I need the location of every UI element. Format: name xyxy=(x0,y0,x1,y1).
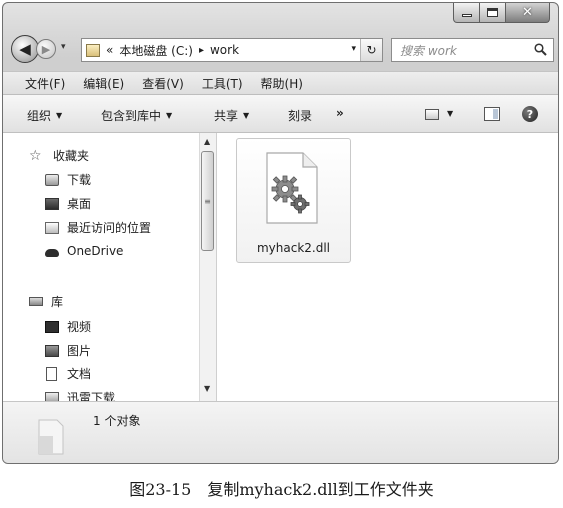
video-icon xyxy=(45,320,59,333)
organize-button[interactable]: 组织 ▼ xyxy=(27,107,62,124)
library-icon xyxy=(29,297,43,306)
menu-view[interactable]: 查看(V) xyxy=(142,75,184,92)
navigation-pane-scrollbar[interactable]: ▲ ≡ ▼ xyxy=(199,133,216,401)
breadcrumb-separator-icon[interactable]: ▸ xyxy=(199,45,204,56)
sidebar-item-label: 收藏夹 xyxy=(53,149,90,163)
preview-pane-icon[interactable] xyxy=(484,107,500,121)
back-arrow-icon: ◀ xyxy=(19,40,31,58)
menu-edit[interactable]: 编辑(E) xyxy=(83,75,124,92)
cloud-icon xyxy=(45,248,59,257)
chevron-down-icon: ▼ xyxy=(56,111,63,120)
recent-pages-dropdown[interactable]: ▾ xyxy=(61,42,66,52)
share-button[interactable]: 共享 ▼ xyxy=(214,107,249,124)
sidebar-item-libraries[interactable]: 库 xyxy=(29,293,63,310)
item-count: 1 个对象 xyxy=(93,414,141,428)
file-list: myhack2.dll xyxy=(217,133,558,401)
refresh-button[interactable]: ↻ xyxy=(360,39,382,61)
figure-caption: 图23-15 复制myhack2.dll到工作文件夹 xyxy=(129,480,434,499)
address-bar[interactable]: « 本地磁盘 (C:) ▸ work ▾ ↻ xyxy=(81,38,383,62)
change-view-icon[interactable] xyxy=(425,109,439,120)
scroll-up-icon[interactable]: ▲ xyxy=(204,137,210,146)
menu-tools[interactable]: 工具(T) xyxy=(202,75,243,92)
burn-button[interactable]: 刻录 xyxy=(288,107,312,124)
address-dropdown-icon[interactable]: ▾ xyxy=(351,44,356,54)
include-in-library-button[interactable]: 包含到库中 ▼ xyxy=(101,107,172,124)
sidebar-item-label: 下载 xyxy=(67,173,92,187)
help-icon[interactable]: ? xyxy=(522,106,538,122)
details-pane: 1 个对象 xyxy=(3,401,558,463)
sidebar-item-documents[interactable]: 文档 xyxy=(46,365,91,382)
sidebar-item-label: 迅雷下载 xyxy=(67,391,116,401)
close-icon: ✕ xyxy=(522,5,533,20)
picture-icon xyxy=(45,344,59,357)
downloads-icon xyxy=(45,173,59,186)
sidebar-item-recent-places[interactable]: 最近访问的位置 xyxy=(45,219,151,236)
sidebar-item-pictures[interactable]: 图片 xyxy=(45,342,91,359)
sidebar-item-label: 视频 xyxy=(67,320,92,334)
recent-places-icon xyxy=(45,221,59,234)
selection-icon xyxy=(38,419,64,455)
document-icon xyxy=(46,366,57,381)
sidebar-item-label: 桌面 xyxy=(67,197,92,211)
command-bar: 组织 ▼ 包含到库中 ▼ 共享 ▼ 刻录 » ▼ ? xyxy=(3,95,558,133)
search-input[interactable]: 搜索 work xyxy=(391,38,554,62)
include-library-label: 包含到库中 xyxy=(101,109,162,123)
sidebar-item-thunder-downloads[interactable]: 迅雷下载 xyxy=(45,389,115,401)
view-options-dropdown[interactable]: ▼ xyxy=(447,109,453,118)
forward-button[interactable]: ▶ xyxy=(36,39,56,59)
forward-arrow-icon: ▶ xyxy=(41,42,51,56)
scrollbar-thumb[interactable]: ≡ xyxy=(201,151,214,251)
file-item[interactable]: myhack2.dll xyxy=(236,138,351,263)
sidebar-item-videos[interactable]: 视频 xyxy=(45,318,91,335)
sidebar-item-favorites[interactable]: ☆ 收藏夹 xyxy=(29,147,89,164)
sidebar-item-label: 图片 xyxy=(67,344,92,358)
maximize-icon xyxy=(487,8,498,17)
share-label: 共享 xyxy=(214,109,239,123)
thunder-download-icon xyxy=(45,391,59,401)
desktop-icon xyxy=(45,197,59,210)
sidebar-item-label: 文档 xyxy=(67,367,92,381)
refresh-icon: ↻ xyxy=(366,43,377,57)
close-button[interactable]: ✕ xyxy=(506,3,550,23)
sidebar-item-label: 最近访问的位置 xyxy=(67,221,152,235)
sidebar-item-label: 库 xyxy=(51,295,64,309)
navigation-bar: ◀ ▶ ▾ « 本地磁盘 (C:) ▸ work ▾ ↻ 搜索 work xyxy=(3,33,558,67)
menu-help[interactable]: 帮助(H) xyxy=(261,75,303,92)
scroll-down-icon[interactable]: ▼ xyxy=(204,384,210,393)
address-overflow[interactable]: « xyxy=(106,43,113,57)
explorer-window: ✕ ◀ ▶ ▾ « 本地磁盘 (C:) ▸ work ▾ ↻ 搜索 work 文… xyxy=(2,2,559,464)
chevron-down-icon: ▼ xyxy=(166,111,173,120)
minimize-icon xyxy=(461,14,472,17)
sidebar-item-label: OneDrive xyxy=(67,244,124,258)
sidebar-item-downloads[interactable]: 下载 xyxy=(45,171,91,188)
window-caption-buttons: ✕ xyxy=(453,3,550,23)
burn-label: 刻录 xyxy=(288,109,313,123)
folder-icon xyxy=(86,43,100,57)
minimize-button[interactable] xyxy=(453,3,480,23)
file-name: myhack2.dll xyxy=(256,241,331,255)
search-placeholder: 搜索 work xyxy=(400,43,457,58)
dll-gear-icon xyxy=(266,152,318,224)
breadcrumb-work[interactable]: work xyxy=(210,43,239,57)
chevron-down-icon: ▼ xyxy=(243,111,250,120)
back-button[interactable]: ◀ xyxy=(11,35,39,63)
search-icon[interactable] xyxy=(534,43,547,56)
menu-bar: 文件(F) 编辑(E) 查看(V) 工具(T) 帮助(H) xyxy=(3,71,558,95)
star-icon: ☆ xyxy=(29,147,42,164)
more-commands-button[interactable]: » xyxy=(336,106,344,120)
menu-file[interactable]: 文件(F) xyxy=(25,75,65,92)
organize-label: 组织 xyxy=(27,109,52,123)
navigation-pane: ☆ 收藏夹 下载 桌面 最近访问的位置 OneDrive 库 视频 图片 文档 … xyxy=(3,133,199,401)
breadcrumb-local-disk[interactable]: 本地磁盘 (C:) xyxy=(119,42,193,59)
sidebar-item-onedrive[interactable]: OneDrive xyxy=(45,244,123,258)
maximize-button[interactable] xyxy=(480,3,506,23)
sidebar-item-desktop[interactable]: 桌面 xyxy=(45,195,91,212)
